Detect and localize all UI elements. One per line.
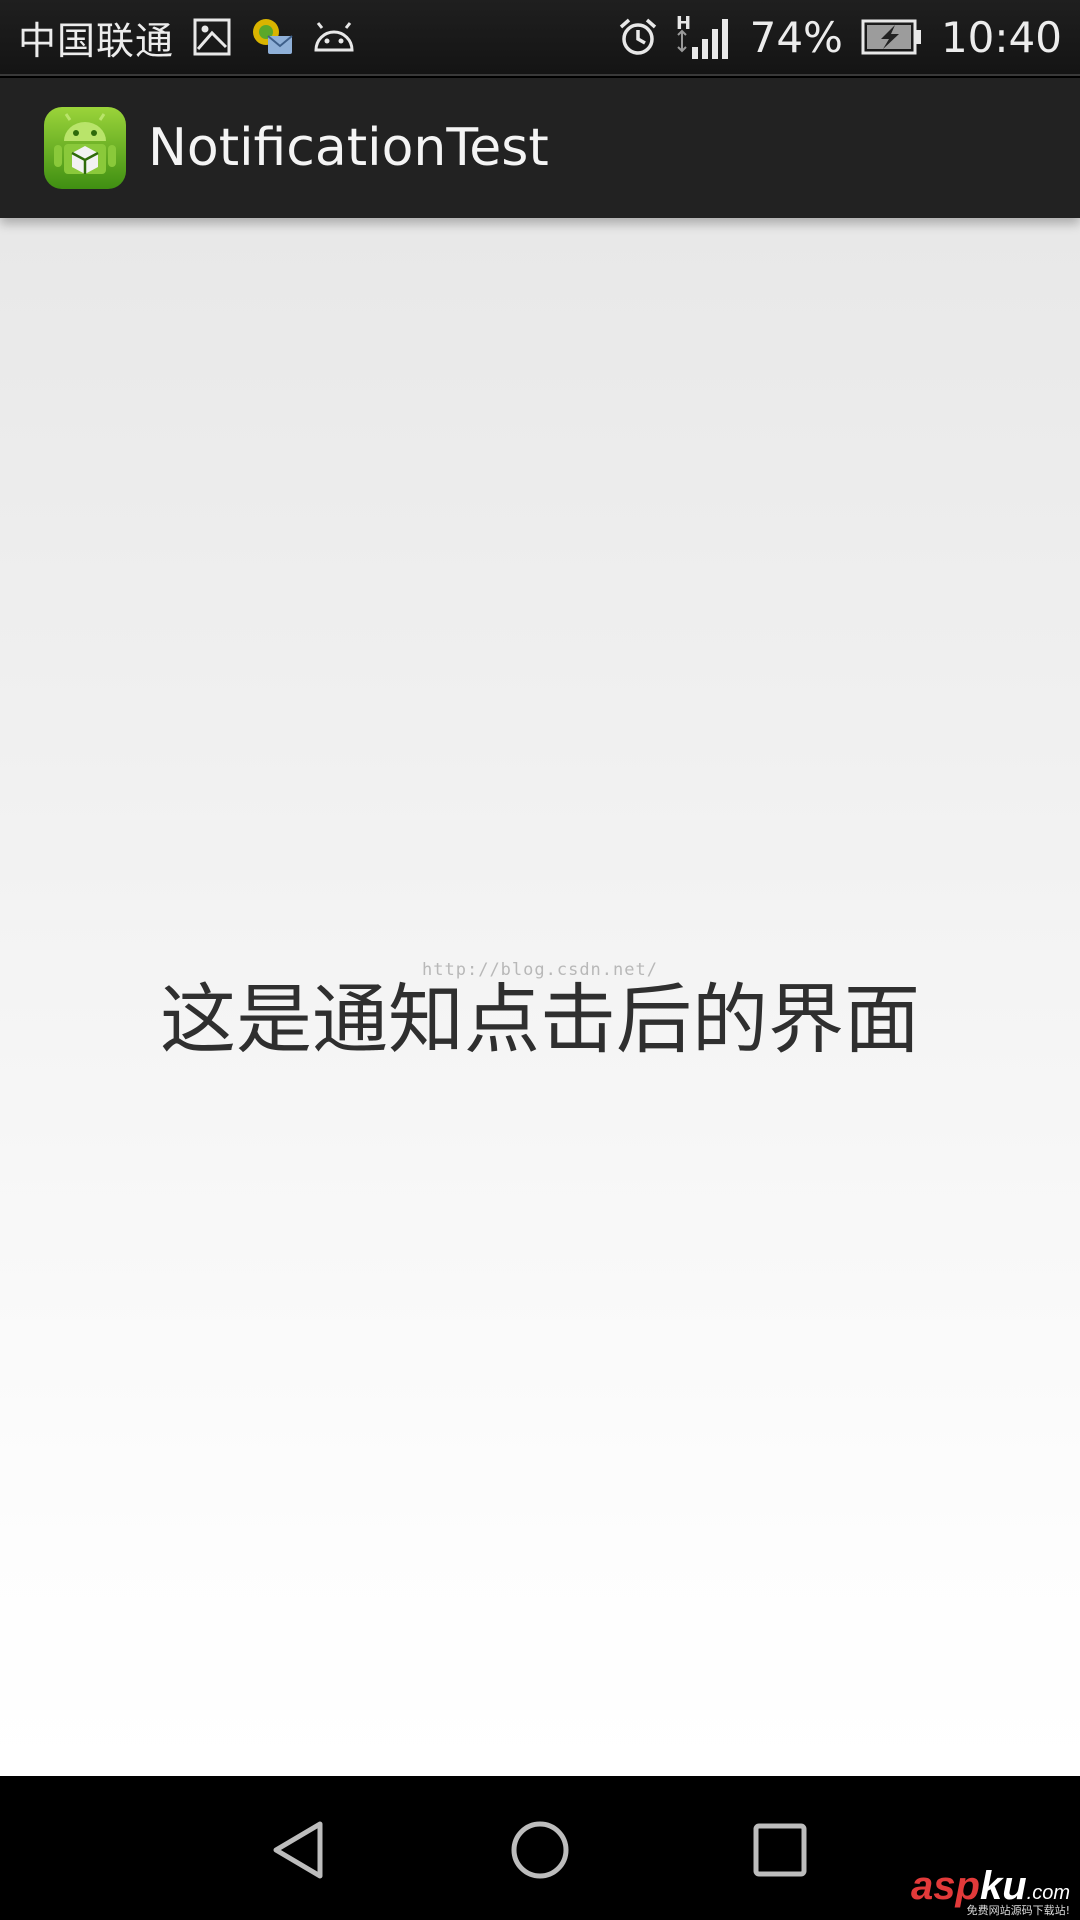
carrier-label: 中国联通 — [18, 18, 175, 63]
clock: 10:40 — [940, 12, 1062, 62]
status-right: H 74% 10:40 — [618, 13, 1062, 62]
recent-apps-icon[interactable] — [740, 1810, 820, 1890]
site-tagline: 免费网站源码下载站! — [966, 1904, 1070, 1917]
signal-icon: H — [676, 13, 732, 61]
main-content: http://blog.csdn.net/ 这是通知点击后的界面 — [0, 218, 1080, 1776]
gallery-icon — [192, 17, 232, 57]
back-icon[interactable] — [260, 1810, 340, 1890]
status-bar: 中国联通 H 74% 10:40 — [0, 0, 1080, 76]
android-icon — [312, 22, 356, 52]
action-bar: NotificationTest — [0, 78, 1080, 218]
alarm-icon — [618, 17, 658, 57]
navigation-bar: aspku.com 免费网站源码下载站! — [0, 1776, 1080, 1920]
app-title: NotificationTest — [148, 118, 549, 178]
site-watermark: aspku.com 免费网站源码下载站! — [898, 1864, 1076, 1918]
notification-message: 这是通知点击后的界面 — [160, 975, 920, 1064]
android-app-icon[interactable] — [42, 105, 128, 191]
messenger-icon — [250, 16, 294, 58]
battery-percent: 74% — [749, 12, 843, 62]
brand-domain: .com — [1026, 1882, 1070, 1904]
battery-charging-icon — [861, 17, 923, 57]
status-left: 中国联通 — [18, 10, 618, 65]
network-type-label: H — [676, 13, 691, 34]
home-icon[interactable] — [500, 1810, 580, 1890]
